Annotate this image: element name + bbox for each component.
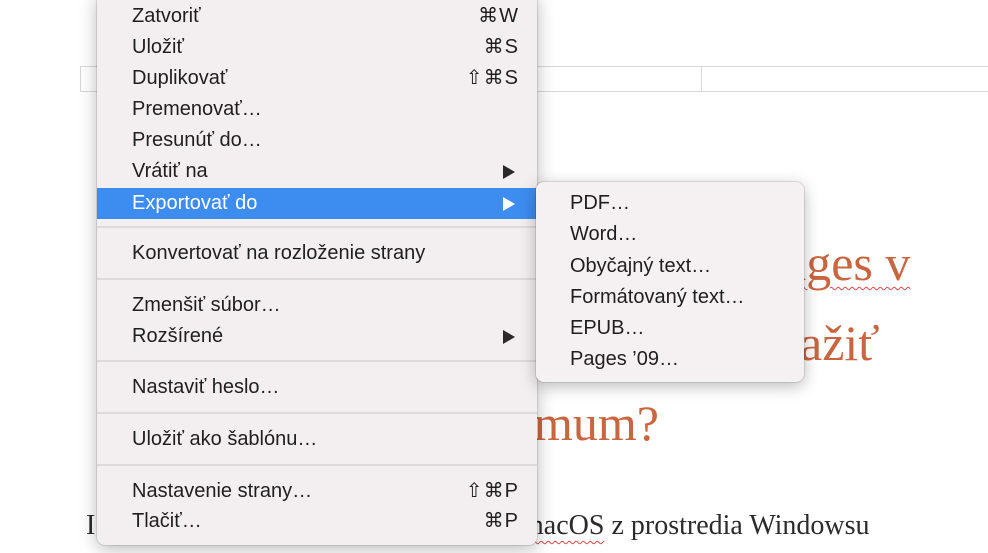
submenu-arrow-icon [503,165,515,179]
submenu-item-epub[interactable]: EPUB… [536,313,804,344]
submenu-item-label: Obyčajný text… [570,255,712,277]
shortcut-label: ⇧⌘S [465,67,519,89]
shortcut-label: ⌘W [478,5,519,27]
menu-item-label: Tlačiť… [132,510,202,532]
menu-item-rename[interactable]: Premenovať… [97,94,537,125]
menu-item-label: Nastavenie strany… [132,480,313,502]
menu-item-save[interactable]: Uložiť ⌘S [97,32,537,63]
menu-item-label: Zmenšiť súbor… [132,294,281,316]
shortcut-label: ⇧⌘P [465,480,519,502]
menu-item-label: Rozšírené [132,325,224,347]
file-menu: Zatvoriť ⌘W Uložiť ⌘S Duplikovať ⇧⌘S Pre… [97,0,537,545]
submenu-item-label: PDF… [570,192,630,214]
menu-item-label: Uložiť ako šablónu… [132,428,318,450]
submenu-item-label: Word… [570,223,638,245]
menu-item-save-as-template[interactable]: Uložiť ako šablónu… [97,424,537,455]
menu-separator [97,464,537,466]
menu-item-set-password[interactable]: Nastaviť heslo… [97,372,537,403]
menu-item-label: Nastaviť heslo… [132,376,280,398]
menu-item-label: Exportovať do [132,192,258,214]
document-heading-line-2: ažiť [800,315,880,371]
document-body-start: I [86,510,96,541]
submenu-item-word[interactable]: Word… [536,219,804,250]
shortcut-label: ⌘P [483,510,519,532]
body-text: z prostredia Windowsu [604,510,870,541]
menu-separator [97,278,537,280]
submenu-item-pages-09[interactable]: Pages ’09… [536,344,804,375]
menu-item-advanced[interactable]: Rozšírené [97,321,537,352]
submenu-arrow-icon [503,197,515,211]
menu-item-label: Uložiť [132,36,184,58]
menu-item-convert-page-layout[interactable]: Konvertovať na rozloženie strany [97,238,537,269]
menu-item-export-to[interactable]: Exportovať do [97,188,537,219]
menu-item-revert-to[interactable]: Vrátiť na [97,156,537,187]
menu-item-page-setup[interactable]: Nastavenie strany… ⇧⌘P [97,476,537,507]
document-heading-line-3: mum? [534,395,659,451]
menu-item-label: Vrátiť na [132,160,208,182]
export-submenu: PDF… Word… Obyčajný text… Formátovaný te… [536,182,804,382]
menu-separator [97,412,537,414]
submenu-item-plain-text[interactable]: Obyčajný text… [536,251,804,282]
submenu-item-label: Formátovaný text… [570,286,745,308]
document-body-line: macOS z prostredia Windowsu [522,510,870,542]
submenu-item-label: EPUB… [570,317,645,339]
submenu-item-label: Pages ’09… [570,348,679,370]
menu-item-label: Zatvoriť [132,5,201,27]
menu-separator [97,226,537,228]
menu-item-label: Konvertovať na rozloženie strany [132,242,426,264]
submenu-arrow-icon [503,330,515,344]
menu-item-duplicate[interactable]: Duplikovať ⇧⌘S [97,63,537,94]
menu-item-label: Presunúť do… [132,129,262,151]
menu-item-move-to[interactable]: Presunúť do… [97,125,537,156]
submenu-item-pdf[interactable]: PDF… [536,188,804,219]
shortcut-label: ⌘S [483,36,519,58]
menu-item-reduce-file-size[interactable]: Zmenšiť súbor… [97,290,537,321]
menu-item-close[interactable]: Zatvoriť ⌘W [97,1,537,32]
menu-item-print[interactable]: Tlačiť… ⌘P [97,506,537,537]
menu-item-label: Duplikovať [132,67,228,89]
ruler-divider [701,67,702,91]
menu-separator [97,360,537,362]
menu-item-label: Premenovať… [132,98,262,120]
submenu-item-rich-text[interactable]: Formátovaný text… [536,282,804,313]
